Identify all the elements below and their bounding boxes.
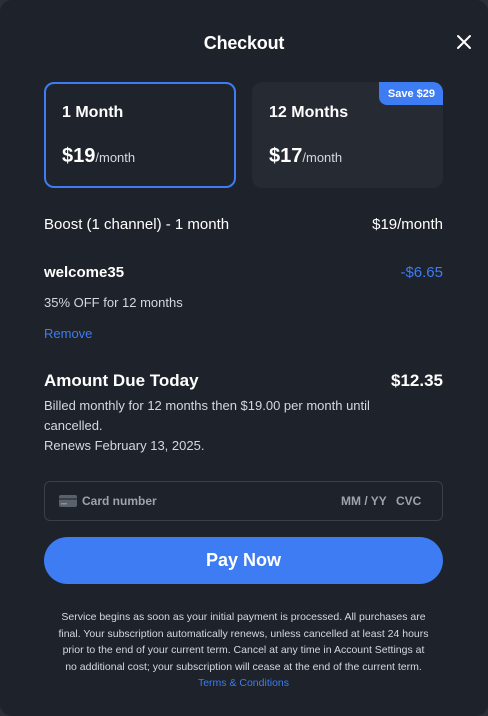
remove-promo-link[interactable]: Remove [44,326,92,341]
amount-due-label: Amount Due Today [44,371,199,390]
pay-now-button[interactable]: Pay Now [44,537,443,584]
amount-due-row: Amount Due Today $12.35 [44,371,443,393]
plan-option-12-months[interactable]: Save $29 12 Months $17/month [252,82,443,188]
renewal-date: Renews February 13, 2025. [44,438,205,453]
close-icon[interactable] [454,32,474,52]
card-input[interactable]: Card number MM / YY CVC [44,481,443,521]
plan-price-amount: $17 [269,145,303,167]
modal-title: Checkout [203,33,285,53]
billing-line-1: Billed monthly for 12 months then $19.00… [44,398,370,413]
promo-remove-row: Remove [44,325,443,343]
legal-line: Service begins as soon as your initial p… [61,611,426,623]
savings-badge: Save $29 [378,82,443,105]
checkout-modal: Checkout 1 Month $19/month Save $29 12 M… [0,0,488,716]
billing-line-2: cancelled. [44,418,103,433]
credit-card-icon [59,495,77,507]
amount-due-value: $12.35 [391,371,443,390]
plan-option-1-month[interactable]: 1 Month $19/month [44,82,236,188]
legal-line: final. Your subscription automatically r… [58,627,429,640]
card-expiry-field[interactable]: MM / YY [341,494,387,508]
plan-price: $17/month [269,145,342,168]
plan-price: $19/month [62,145,135,168]
card-cvc-field[interactable]: CVC [396,494,421,508]
plan-price-period: /month [302,150,343,165]
plan-price-period: /month [95,150,136,165]
line-item: Boost (1 channel) - 1 month $19/month [44,216,443,236]
line-item-price: $19/month [372,216,443,233]
card-number-field[interactable]: Card number [82,494,157,508]
line-item-label: Boost (1 channel) - 1 month [44,216,230,233]
promo-row: welcome35 -$6.65 [44,264,443,284]
plan-name: 12 Months [269,104,349,121]
legal-text: Service begins as soon as your initial p… [44,609,443,692]
billing-description: Billed monthly for 12 months then $19.00… [44,396,443,456]
legal-line: prior to the end of your current term. C… [62,644,425,656]
plan-name: 1 Month [62,104,124,121]
terms-link[interactable]: Terms & Conditions [44,675,443,692]
promo-code: welcome35 [44,264,125,281]
legal-line: no additional cost; your subscription wi… [65,660,422,673]
promo-discount: -$6.65 [400,264,443,281]
plan-price-amount: $19 [62,145,96,167]
promo-description: 35% OFF for 12 months [44,295,183,310]
